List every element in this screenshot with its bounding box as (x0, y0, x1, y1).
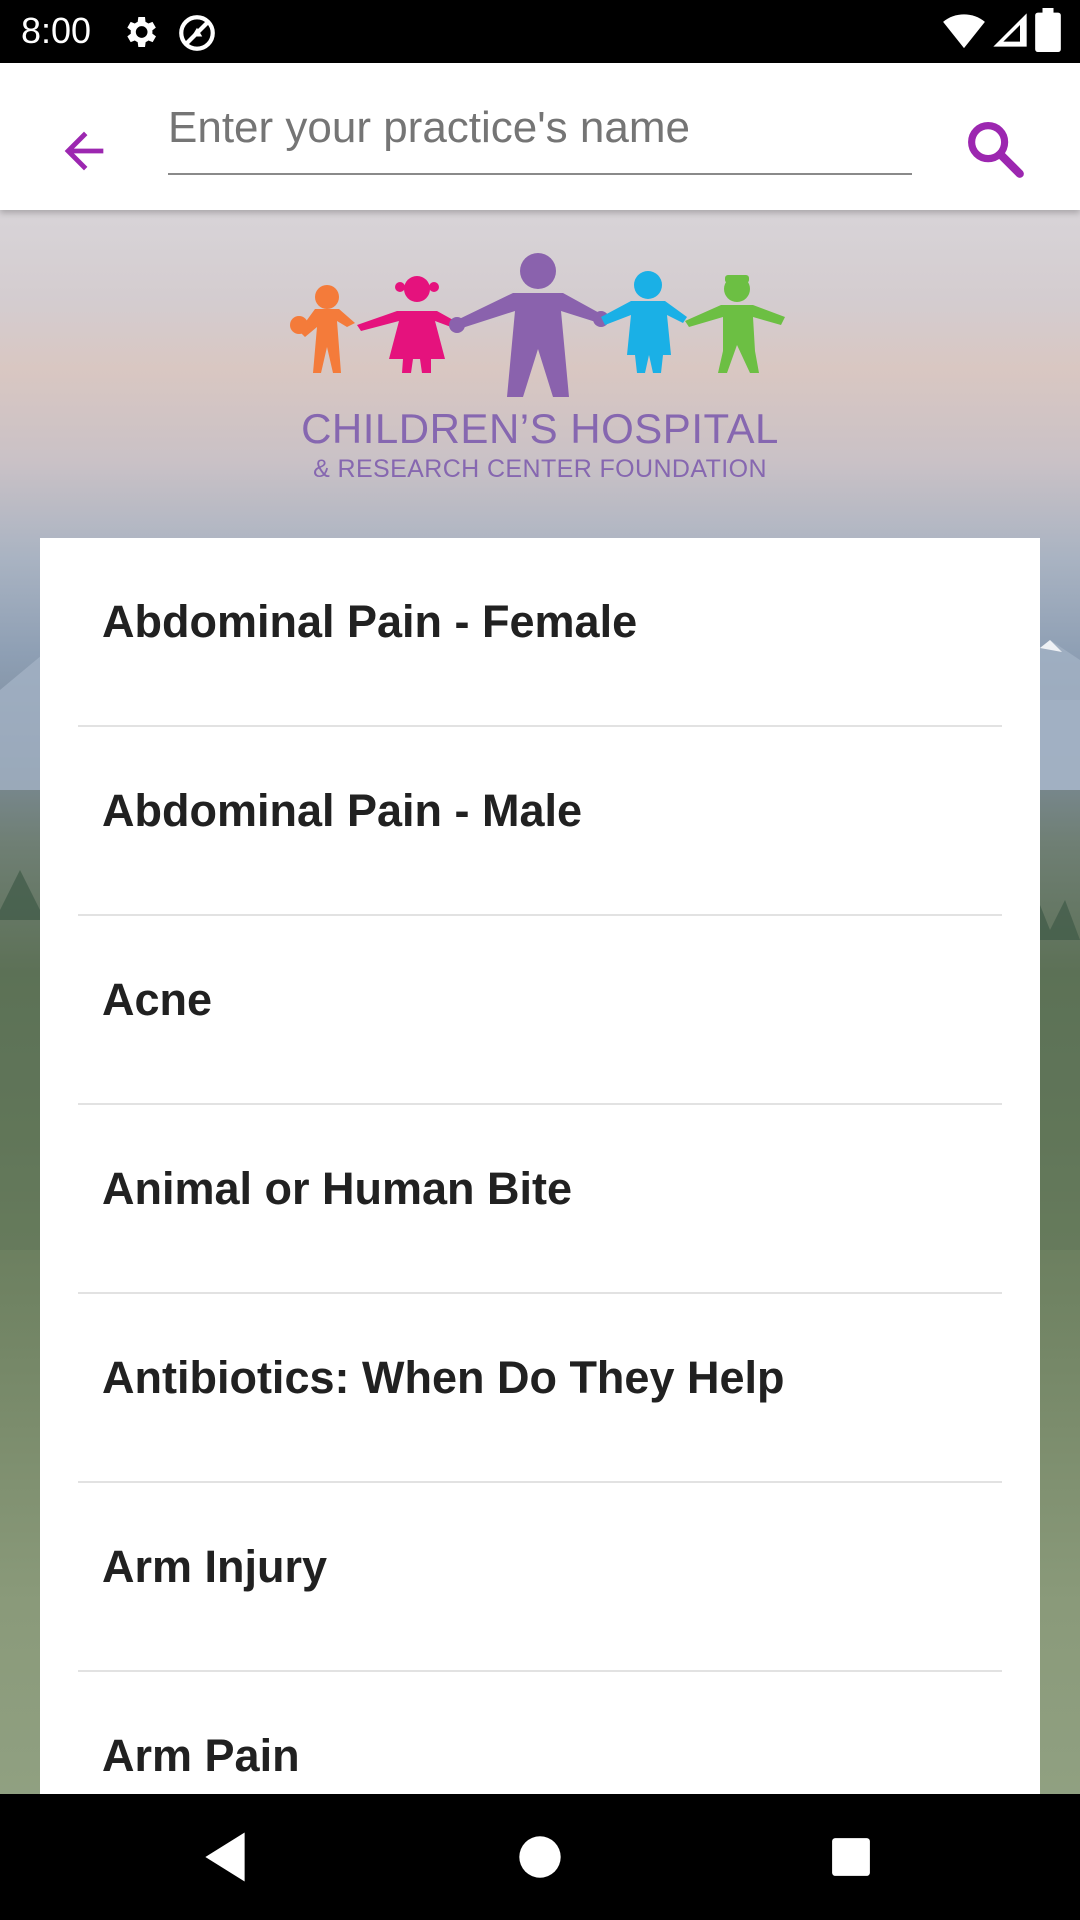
wifi-icon (943, 14, 985, 49)
paper-children-icon (290, 253, 785, 397)
childrens-hospital-logo: CHILDREN’S HOSPITAL & RESEARCH CENTER FO… (285, 245, 795, 495)
search-button[interactable] (955, 109, 1035, 189)
topic-item-abdominal-pain-male[interactable]: Abdominal Pain - Male (40, 727, 1040, 916)
app-bar (0, 63, 1080, 210)
practice-search-input[interactable] (168, 91, 912, 175)
nav-home-button[interactable] (507, 1824, 573, 1890)
arrow-back-icon (64, 131, 104, 171)
topic-item-animal-or-human-bite[interactable]: Animal or Human Bite (40, 1105, 1040, 1294)
battery-icon (1035, 8, 1061, 52)
nav-back-button[interactable] (192, 1824, 258, 1890)
topic-list: Abdominal Pain - Female Abdominal Pain -… (40, 538, 1040, 1794)
settings-icon (127, 17, 156, 47)
back-button[interactable] (44, 111, 124, 191)
status-bar: 8:00 (0, 0, 1080, 63)
topic-label: Abdominal Pain - Female (102, 596, 638, 647)
topic-label: Acne (102, 974, 213, 1025)
topic-item-arm-pain[interactable]: Arm Pain (40, 1672, 1040, 1794)
topic-item-antibiotics[interactable]: Antibiotics: When Do They Help (40, 1294, 1040, 1483)
data-saver-icon (179, 15, 215, 51)
logo-subtitle: & RESEARCH CENTER FOUNDATION (313, 455, 767, 483)
topic-item-abdominal-pain-female[interactable]: Abdominal Pain - Female (40, 538, 1040, 727)
topic-label: Antibiotics: When Do They Help (102, 1352, 785, 1403)
nav-recents-button[interactable] (818, 1824, 884, 1890)
signal-icon (993, 13, 1027, 47)
recents-nav-icon (832, 1838, 870, 1876)
topic-list-card: Abdominal Pain - Female Abdominal Pain -… (40, 538, 1040, 1794)
topic-label: Abdominal Pain - Male (102, 785, 583, 836)
system-nav-bar (0, 1794, 1080, 1920)
logo-title: CHILDREN’S HOSPITAL (301, 405, 779, 452)
back-nav-icon (205, 1832, 245, 1882)
topic-item-arm-injury[interactable]: Arm Injury (40, 1483, 1040, 1672)
home-nav-icon (519, 1836, 561, 1878)
status-time: 8:00 (21, 10, 92, 51)
search-icon (968, 122, 1024, 178)
topic-label: Arm Injury (102, 1541, 328, 1592)
topic-label: Arm Pain (102, 1730, 300, 1781)
topic-item-acne[interactable]: Acne (40, 916, 1040, 1105)
topic-label: Animal or Human Bite (102, 1163, 573, 1214)
